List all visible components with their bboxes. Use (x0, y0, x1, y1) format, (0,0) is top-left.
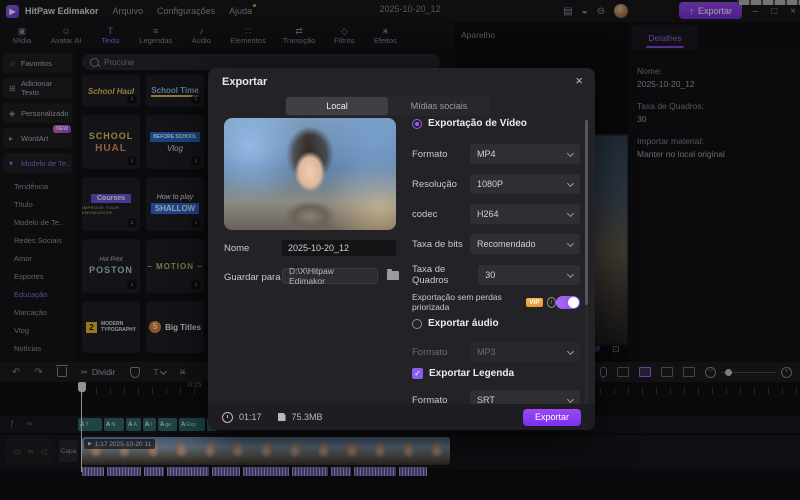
video-export-section-title: Exportação de Vídeo (428, 118, 527, 129)
subtitle-export-section-title: Exportar Legenda (429, 368, 515, 379)
chevron-down-icon (566, 209, 575, 217)
dialog-scrollbar-thumb[interactable] (585, 120, 588, 305)
chevron-down-icon (566, 347, 575, 355)
framerate-label: Taxa de Quadros (412, 264, 449, 286)
chevron-down-icon (566, 395, 575, 403)
resolution-label: Resolução (412, 178, 457, 190)
codec-label: codec (412, 208, 438, 220)
export-target-tabs: Local Mídias sociais (285, 96, 491, 116)
dialog-close-icon[interactable]: × (575, 73, 583, 88)
chevron-down-icon (566, 239, 575, 247)
app-window: ▶ HitPaw Edimakor Arquivo Configurações … (0, 0, 800, 500)
video-export-radio[interactable] (412, 118, 422, 129)
dialog-footer: 01:17 75.3MB Exportar (208, 404, 595, 430)
lossless-label: Exportação sem perdas priorizada (412, 292, 502, 312)
subtitle-export-checkbox[interactable]: ✓ (412, 368, 423, 379)
audio-format-label: Formato (412, 346, 448, 358)
info-icon[interactable]: i (546, 296, 557, 308)
export-confirm-button[interactable]: Exportar (522, 408, 581, 426)
folder-browse-icon[interactable] (387, 269, 399, 280)
audio-export-radio[interactable] (412, 318, 422, 329)
name-label: Nome (224, 243, 250, 254)
filename-input[interactable]: 2025-10-20_12 (282, 240, 396, 256)
filesize-icon (277, 413, 286, 421)
chevron-down-icon (566, 179, 575, 187)
resolution-dropdown[interactable]: 1080P (470, 174, 580, 194)
format-dropdown[interactable]: MP4 (470, 144, 580, 164)
duration-icon (222, 411, 233, 423)
chevron-down-icon (566, 270, 575, 278)
export-dialog: Exportar × Local Mídias sociais Nome 202… (208, 68, 595, 430)
tab-midias-sociais[interactable]: Mídias sociais (388, 97, 490, 115)
dialog-title: Exportar (222, 76, 268, 88)
export-preview-thumbnail (224, 118, 396, 230)
bitrate-dropdown[interactable]: Recomendado (470, 234, 580, 254)
audio-export-section-title: Exportar áudio (428, 318, 499, 329)
audio-format-dropdown: MP3 (470, 342, 580, 362)
export-duration: 01:17 (239, 412, 262, 422)
tab-local[interactable]: Local (286, 97, 388, 115)
codec-dropdown[interactable]: H264 (470, 204, 580, 224)
format-label: Formato (412, 148, 448, 160)
bitrate-label: Taxa de bits (412, 238, 463, 250)
export-filesize: 75.3MB (291, 412, 323, 422)
chevron-down-icon (566, 149, 575, 157)
vip-badge: VIP (526, 297, 543, 307)
save-to-label: Guardar para (224, 272, 281, 283)
lossless-toggle[interactable] (556, 295, 580, 309)
framerate-dropdown[interactable]: 30 (478, 265, 580, 285)
save-path-input[interactable]: D:\X\Hitpaw Edimakor (282, 266, 378, 286)
